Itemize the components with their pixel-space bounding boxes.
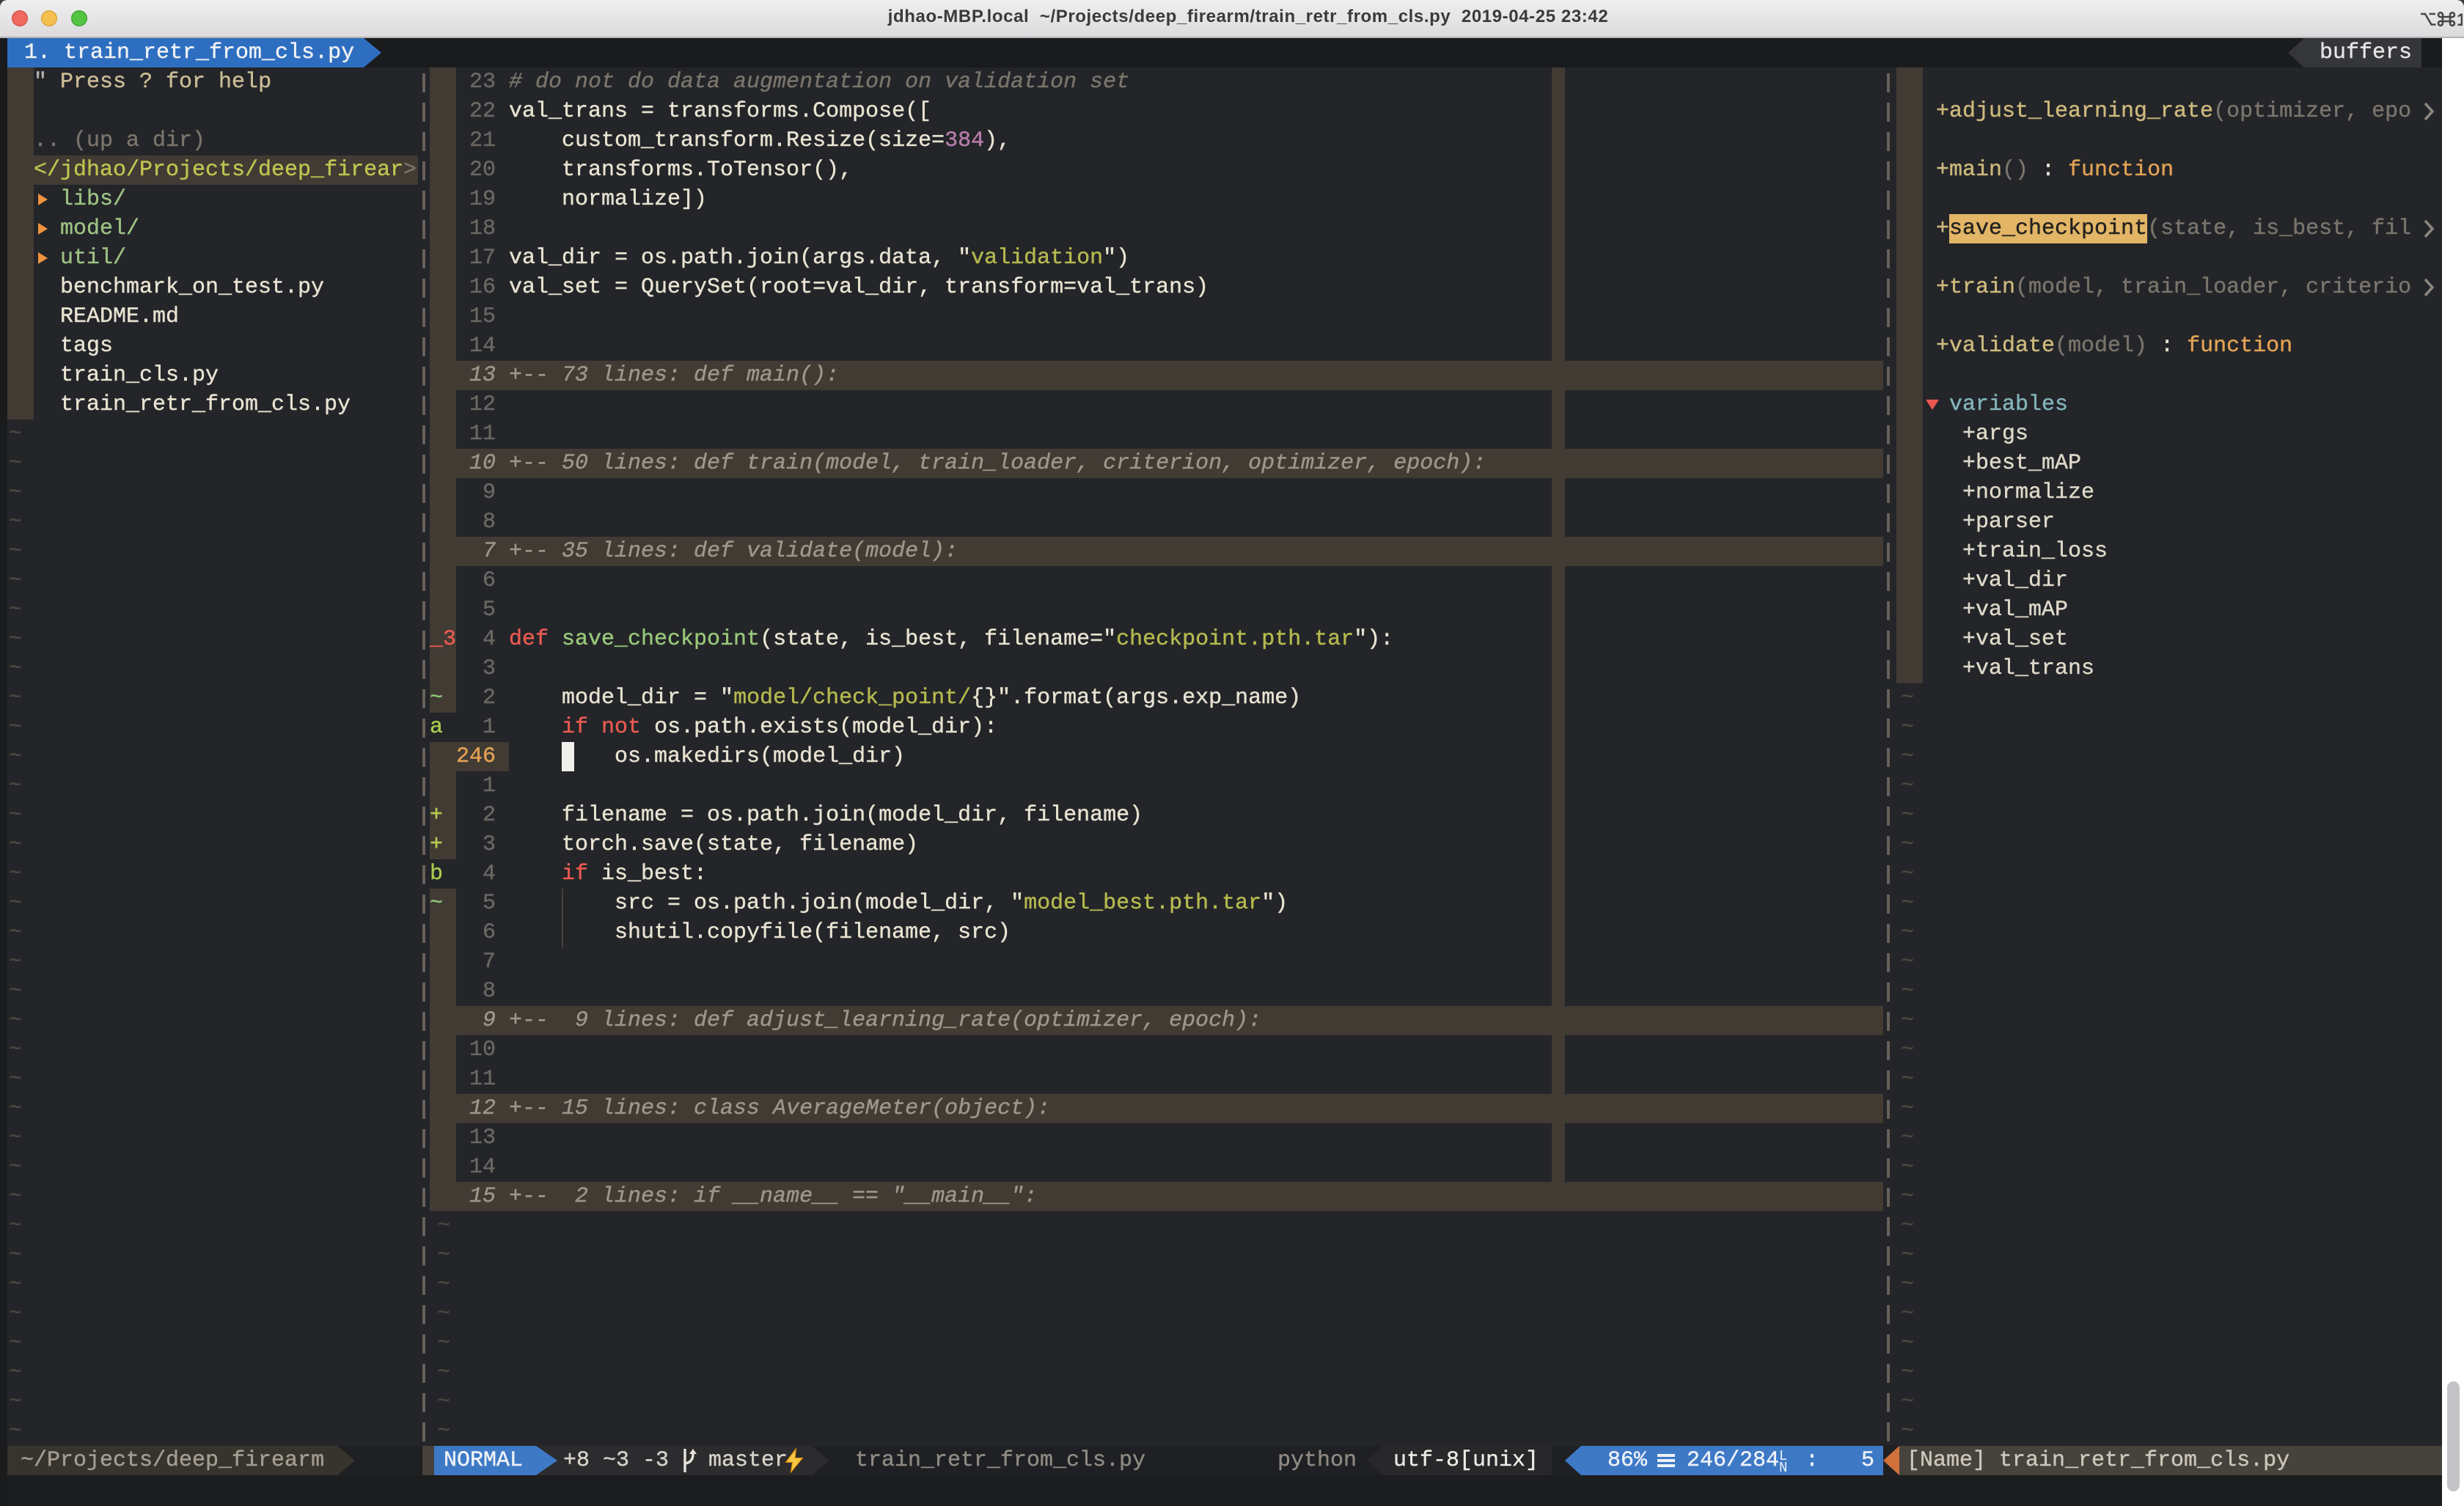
svg-text:1: 1 xyxy=(2457,10,2463,29)
